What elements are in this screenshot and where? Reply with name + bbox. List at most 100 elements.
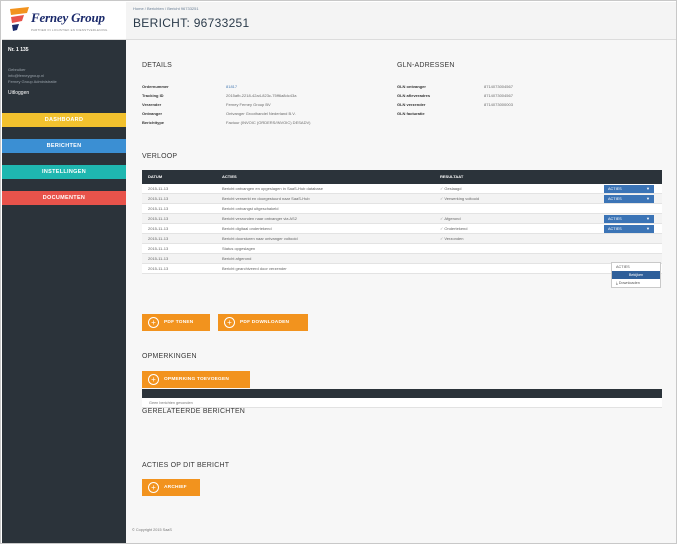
row-action: Bericht ontvangst uitgeschakeld	[222, 206, 279, 211]
gln-label: GLN afleveradres	[397, 93, 431, 98]
detail-value: Factuur (INVOIC (ORDERS/INVOIC) DESADV)	[226, 120, 311, 125]
dropdown-header: ACTIES	[616, 265, 630, 269]
nav-instellingen[interactable]: INSTELLINGEN	[2, 165, 126, 179]
gln-value: 8714073004567	[484, 84, 513, 89]
details-title: DETAILS	[142, 62, 173, 69]
row-date: 2015-11-13	[148, 236, 169, 241]
logo[interactable]: Ferney Group PARTNER IN LOGISTIEK EN DIE…	[2, 2, 126, 40]
column-header-resultaat: RESULTAAT	[440, 174, 464, 179]
check-icon: ✓	[440, 196, 444, 201]
detail-label: Verzender	[142, 102, 162, 107]
table-row: 2015-11-13 Status opgeslagen	[142, 244, 662, 254]
column-header-acties: ACTIES	[222, 174, 237, 179]
row-date: 2015-11-13	[148, 196, 169, 201]
nav-berichten[interactable]: BERICHTEN	[2, 139, 126, 153]
gln-title: GLN-ADRESSEN	[397, 62, 455, 69]
opmerkingen-title: OPMERKINGEN	[142, 353, 197, 360]
row-action: Bericht gearchiveerd door verzender	[222, 266, 287, 271]
page-title: BERICHT: 96733251	[133, 16, 250, 30]
table-row: 2015-11-13 Bericht ontvangst uitgeschake…	[142, 204, 662, 214]
acties-dropdown-button[interactable]: ACTIES ▼	[604, 195, 654, 203]
detail-label: Berichttype	[142, 120, 165, 125]
detail-label: Ontvanger	[142, 111, 163, 116]
row-result: Verzonden	[444, 236, 464, 241]
caret-down-icon: ▼	[646, 196, 650, 201]
column-header-datum: DATUM	[148, 174, 163, 179]
detail-value: 2015afb-2218-42a4-823c-75ff6a8dc43a	[226, 93, 297, 98]
plus-circle-icon: +	[148, 374, 159, 385]
related-table-header	[142, 389, 662, 398]
check-icon: ✓	[440, 236, 444, 241]
gln-label: GLN facturatie	[397, 111, 425, 116]
table-header: DATUM ACTIES RESULTAAT	[142, 170, 662, 184]
user-id: Nr. 1 135	[8, 47, 29, 53]
row-date: 2015-11-13	[148, 246, 169, 251]
caret-down-icon: ▼	[646, 216, 650, 221]
row-date: 2015-11-13	[148, 226, 169, 231]
detail-value[interactable]: 81817	[226, 84, 237, 89]
table-row: 2015-11-13 Bericht digitaal ondertekend …	[142, 224, 662, 234]
ferney-logo-icon	[10, 7, 29, 31]
row-date: 2015-11-13	[148, 186, 169, 191]
table-row: 2015-11-13 Bericht afgerond	[142, 254, 662, 264]
logout-link[interactable]: Uitloggen	[8, 90, 29, 96]
acties-title: ACTIES OP DIT BERICHT	[142, 462, 230, 469]
dropdown-item-bekijken[interactable]: Bekijken	[612, 271, 660, 279]
caret-down-icon: ▼	[646, 186, 650, 191]
pdf-tonen-button[interactable]: + PDF TONEN	[142, 314, 210, 331]
breadcrumb[interactable]: Home / Berichten / Bericht 96733251	[133, 6, 199, 11]
table-row: 2015-11-13 Bericht gearchiveerd door ver…	[142, 264, 662, 274]
dropdown-item-downloaden[interactable]: ⤓ Downloaden	[612, 279, 660, 287]
row-date: 2015-11-13	[148, 256, 169, 261]
acties-dropdown-button[interactable]: ACTIES ▼	[604, 185, 654, 193]
table-row: 2015-11-13 Bericht doorsturen naar ontva…	[142, 234, 662, 244]
gln-label: GLN verzender	[397, 102, 426, 107]
caret-down-icon: ▼	[646, 226, 650, 231]
app-window: Ferney Group PARTNER IN LOGISTIEK EN DIE…	[0, 0, 677, 544]
row-date: 2015-11-13	[148, 206, 169, 211]
gln-value: 8714073000003	[484, 102, 513, 107]
check-icon: ✓	[440, 216, 444, 221]
gln-label: GLN ontvanger	[397, 84, 426, 89]
plus-circle-icon: +	[148, 317, 159, 328]
row-result: Ondertekend	[444, 226, 468, 231]
plus-circle-icon: +	[224, 317, 235, 328]
row-action: Bericht verwerkt en doorgestuurd naar Sa…	[222, 196, 310, 201]
archief-button[interactable]: + ARCHIEF	[142, 479, 200, 496]
row-action: Bericht afgerond	[222, 256, 252, 261]
sidebar: Ferney Group PARTNER IN LOGISTIEK EN DIE…	[2, 2, 126, 543]
related-empty-text: Geen berichten gevonden	[149, 401, 193, 405]
table-row: 2015-11-13 Bericht verwerkt en doorgestu…	[142, 194, 662, 204]
logo-tagline: PARTNER IN LOGISTIEK EN DIENSTVERLENING	[31, 28, 108, 32]
acties-dropdown-button[interactable]: ACTIES ▼	[604, 215, 654, 223]
nav-dashboard[interactable]: DASHBOARD	[2, 113, 126, 127]
check-icon: ✓	[440, 186, 444, 191]
plus-circle-icon: +	[148, 482, 159, 493]
related-table-row: Geen berichten gevonden	[142, 398, 662, 408]
nav-documenten[interactable]: DOCUMENTEN	[2, 191, 126, 205]
row-result: Geslaagd	[444, 186, 462, 191]
pdf-downloaden-button[interactable]: + PDF DOWNLOADEN	[218, 314, 308, 331]
row-action: Status opgeslagen	[222, 246, 256, 251]
gln-value: 8714073004567	[484, 93, 513, 98]
detail-value: Ferney Ferney Group BV	[226, 102, 271, 107]
opmerking-toevoegen-button[interactable]: + OPMERKING TOEVOEGEN	[142, 371, 250, 388]
detail-value: Ontvanger Groothandel Nederland B.V.	[226, 111, 296, 116]
detail-label: Tracking ID	[142, 93, 164, 98]
acties-dropdown-menu: ACTIES Bekijken ⤓ Downloaden	[611, 262, 661, 288]
gerelateerd-title: GERELATEERDE BERICHTEN	[142, 408, 246, 415]
logo-text: Ferney Group	[31, 10, 105, 25]
row-action: Bericht ontvangen en opgeslagen in SaaS-…	[222, 186, 323, 191]
row-action: Bericht digitaal ondertekend	[222, 226, 272, 231]
row-action: Bericht doorsturen naar ontvanger voltoo…	[222, 236, 298, 241]
row-date: 2015-11-13	[148, 266, 169, 271]
footer-copyright: © Copyright 2015 SaaS	[132, 528, 172, 532]
acties-dropdown-button[interactable]: ACTIES ▼	[604, 225, 654, 233]
row-action: Bericht verzonden naar ontvanger via AS2	[222, 216, 297, 221]
main-area: Home / Berichten / Bericht 96733251 BERI…	[126, 2, 676, 543]
row-result: Verwerking voltooid	[444, 196, 480, 201]
table-row: 2015-11-13 Bericht ontvangen en opgeslag…	[142, 184, 662, 194]
user-line: info@ferneygroup.nl	[8, 73, 45, 78]
detail-label: Ordernummer	[142, 84, 169, 89]
user-line: Gebruiker	[8, 67, 26, 72]
